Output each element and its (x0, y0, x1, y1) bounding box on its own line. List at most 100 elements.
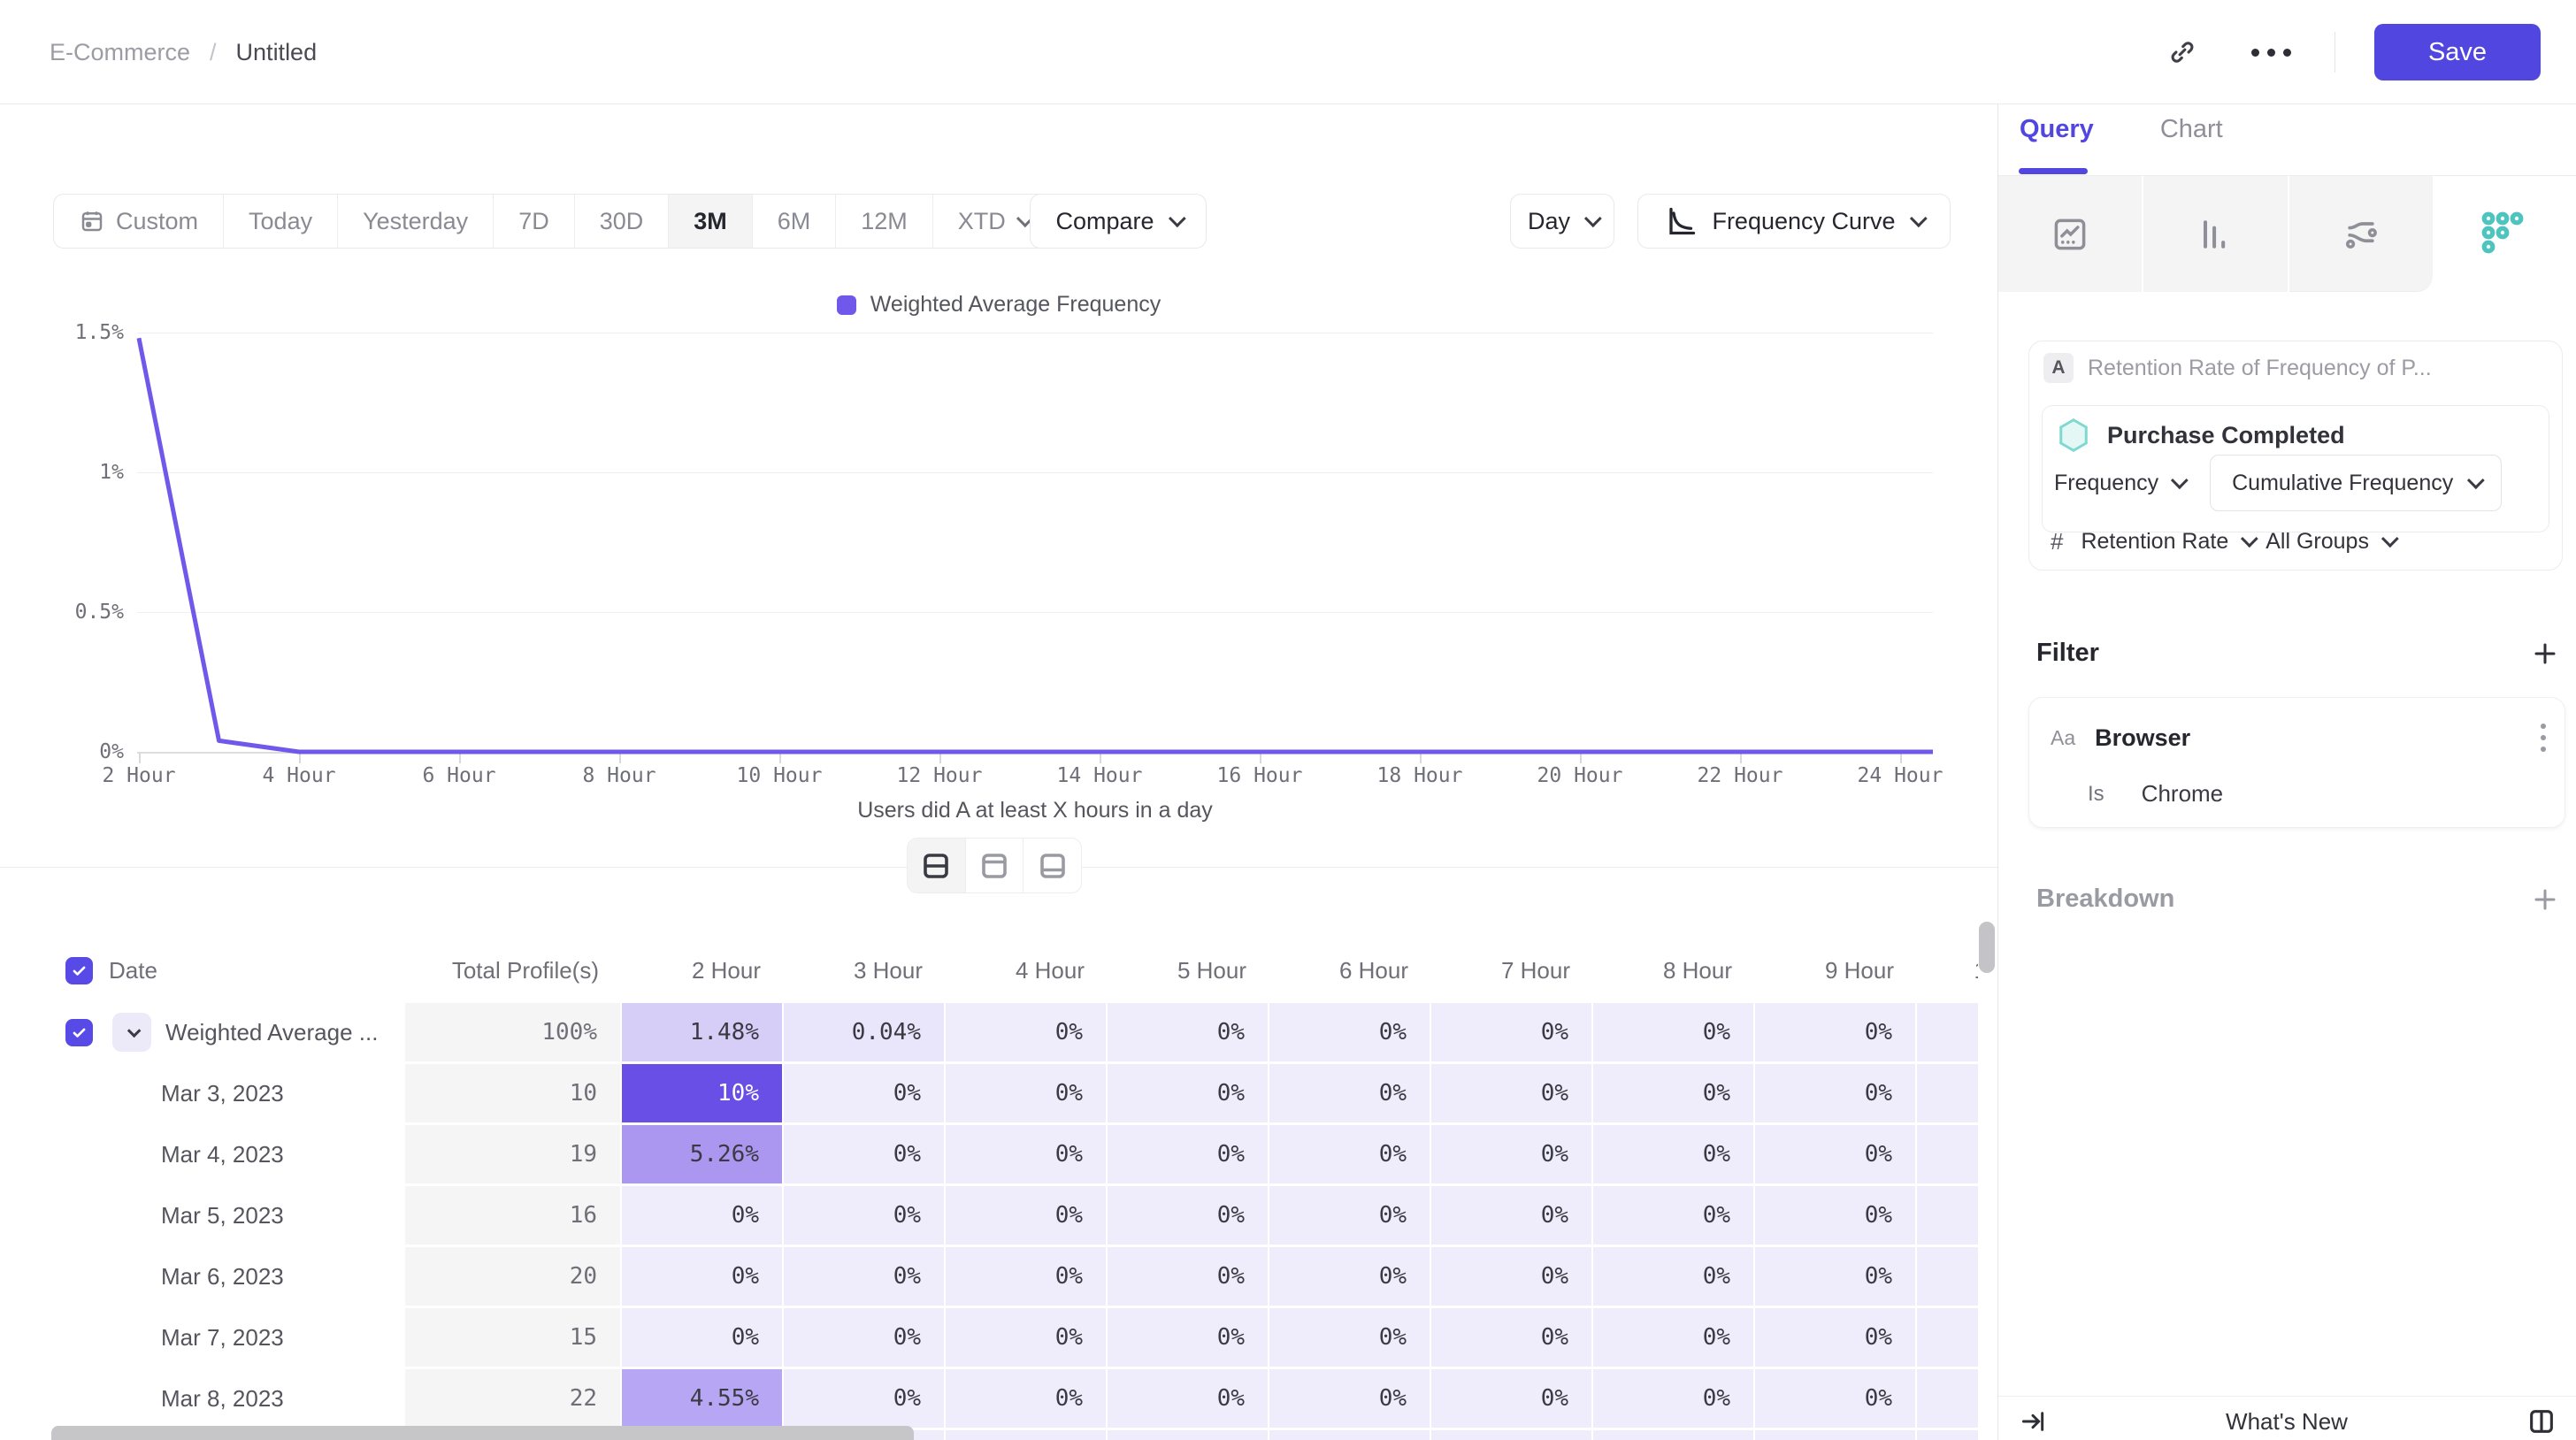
value-cell[interactable]: 0% (1269, 1003, 1431, 1061)
value-cell[interactable]: 0% (1108, 1003, 1269, 1061)
chart-type-flows-tab[interactable] (2289, 176, 2433, 292)
value-cell[interactable]: 0% (1431, 1308, 1593, 1367)
value-cell[interactable]: 0% (622, 1247, 784, 1306)
collapse-panel-button[interactable] (2019, 1407, 2047, 1436)
expand-row-button[interactable] (112, 1013, 151, 1052)
value-cell[interactable]: 0% (784, 1125, 946, 1183)
value-cell[interactable]: 0% (784, 1369, 946, 1428)
value-cell[interactable] (1593, 1430, 1755, 1440)
value-cell[interactable]: 0% (1108, 1369, 1269, 1428)
value-cell[interactable] (1269, 1430, 1431, 1440)
value-cell[interactable]: 0% (1108, 1247, 1269, 1306)
value-cell[interactable] (946, 1430, 1108, 1440)
table-row[interactable]: Mar 8, 2023224.55%0%0%0%0%0%0%0%0% (53, 1369, 1978, 1430)
filter-property-name[interactable]: Browser (2095, 724, 2521, 752)
column-header-7-hour[interactable]: 7 Hour (1431, 957, 1593, 984)
value-cell[interactable]: 4.55% (622, 1369, 784, 1428)
column-header-8-hour[interactable]: 8 Hour (1593, 957, 1755, 984)
column-header-5-hour[interactable]: 5 Hour (1108, 957, 1269, 984)
breadcrumb-project[interactable]: E-Commerce (50, 39, 190, 66)
value-cell[interactable] (1917, 1430, 1978, 1440)
chart-type-insights-tab[interactable] (1998, 176, 2143, 292)
column-header-6-hour[interactable]: 6 Hour (1269, 957, 1431, 984)
value-cell[interactable] (1755, 1430, 1917, 1440)
value-cell[interactable]: 0% (1269, 1369, 1431, 1428)
range-3m-button[interactable]: 3M (669, 195, 753, 248)
value-cell[interactable]: 0% (1269, 1308, 1431, 1367)
add-filter-button[interactable] (2532, 640, 2558, 667)
value-cell[interactable]: 0% (622, 1186, 784, 1245)
results-table[interactable]: DateTotal Profile(s)2 Hour3 Hour4 Hour5 … (53, 938, 1978, 1440)
value-cell[interactable]: 0% (1917, 1003, 1978, 1061)
select-all-checkbox[interactable] (65, 957, 93, 984)
query-title[interactable]: Retention Rate of Frequency of P... (2088, 356, 2432, 381)
table-row[interactable]: Mar 3, 20231010%0%0%0%0%0%0%0%0% (53, 1064, 1978, 1125)
range-7d-button[interactable]: 7D (494, 195, 575, 248)
value-cell[interactable]: 0% (946, 1369, 1108, 1428)
range-yesterday-button[interactable]: Yesterday (338, 195, 494, 248)
value-cell[interactable] (1431, 1430, 1593, 1440)
value-cell[interactable]: 0% (946, 1186, 1108, 1245)
column-header-date[interactable]: Date (53, 957, 405, 984)
weighted-average-frequency-line[interactable] (139, 338, 1933, 752)
range-custom-button[interactable]: Custom (54, 195, 224, 248)
side-by-side-button[interactable] (2526, 1406, 2557, 1436)
filter-value[interactable]: Chrome (2142, 780, 2223, 808)
value-cell[interactable]: 0% (1917, 1125, 1978, 1183)
value-cell[interactable]: 0% (1755, 1308, 1917, 1367)
value-cell[interactable]: 0% (1755, 1247, 1917, 1306)
value-cell[interactable]: 0% (946, 1308, 1108, 1367)
row-checkbox[interactable] (65, 1019, 93, 1046)
breadcrumb-report-title[interactable]: Untitled (236, 39, 318, 66)
range-today-button[interactable]: Today (224, 195, 338, 248)
value-cell[interactable]: 0% (1431, 1064, 1593, 1122)
value-cell[interactable]: 0% (1431, 1125, 1593, 1183)
copy-link-button[interactable] (2158, 27, 2207, 77)
value-cell[interactable]: 5.26% (622, 1125, 784, 1183)
table-row[interactable]: Mar 4, 2023195.26%0%0%0%0%0%0%0%0% (53, 1125, 1978, 1186)
value-cell[interactable]: 0% (1917, 1064, 1978, 1122)
column-header-10-hour[interactable]: 10 Hour (1917, 957, 1978, 984)
column-header-2-hour[interactable]: 2 Hour (622, 957, 784, 984)
tab-chart[interactable]: Chart (2160, 115, 2223, 167)
value-cell[interactable]: 0.04% (784, 1003, 946, 1061)
layout-split-button[interactable] (908, 839, 966, 892)
value-cell[interactable]: 0% (1755, 1125, 1917, 1183)
value-cell[interactable]: 0% (1593, 1308, 1755, 1367)
value-cell[interactable]: 0% (1431, 1247, 1593, 1306)
filter-card[interactable] (2028, 697, 2565, 828)
granularity-button[interactable]: Day (1510, 194, 1614, 249)
more-menu-button[interactable] (2246, 27, 2296, 77)
value-cell[interactable]: 0% (1917, 1308, 1978, 1367)
column-header-4-hour[interactable]: 4 Hour (946, 957, 1108, 984)
value-cell[interactable]: 0% (1269, 1064, 1431, 1122)
value-cell[interactable]: 0% (1108, 1125, 1269, 1183)
whats-new-link[interactable]: What's New (2226, 1408, 2348, 1436)
value-cell[interactable]: 0% (1269, 1186, 1431, 1245)
range-6m-button[interactable]: 6M (753, 195, 837, 248)
table-horizontal-scrollbar[interactable] (51, 1426, 914, 1440)
save-button[interactable]: Save (2374, 24, 2541, 80)
value-cell[interactable]: 1.48% (622, 1003, 784, 1061)
table-row[interactable]: Mar 6, 2023200%0%0%0%0%0%0%0%0% (53, 1247, 1978, 1308)
chart-style-button[interactable]: Frequency Curve (1637, 194, 1951, 249)
measure-dropdown[interactable]: Retention Rate (2081, 529, 2253, 555)
value-cell[interactable]: 0% (1593, 1125, 1755, 1183)
value-cell[interactable]: 0% (784, 1064, 946, 1122)
value-cell[interactable]: 0% (1755, 1064, 1917, 1122)
value-cell[interactable] (1108, 1430, 1269, 1440)
column-header-total-profile-s-[interactable]: Total Profile(s) (405, 957, 622, 984)
value-cell[interactable]: 0% (784, 1247, 946, 1306)
value-cell[interactable]: 0% (1593, 1369, 1755, 1428)
filter-operator[interactable]: Is (2088, 782, 2104, 807)
value-cell[interactable]: 0% (946, 1125, 1108, 1183)
value-cell[interactable]: 0% (1755, 1003, 1917, 1061)
chart-type-funnels-tab[interactable] (2143, 176, 2288, 292)
event-name[interactable]: Purchase Completed (2107, 422, 2345, 449)
value-cell[interactable]: 0% (946, 1247, 1108, 1306)
value-cell[interactable]: 0% (1431, 1186, 1593, 1245)
compare-button[interactable]: Compare (1030, 194, 1207, 249)
add-breakdown-button[interactable] (2532, 886, 2558, 913)
value-cell[interactable]: 0% (622, 1308, 784, 1367)
frequency-dropdown[interactable]: Frequency (2054, 471, 2183, 496)
